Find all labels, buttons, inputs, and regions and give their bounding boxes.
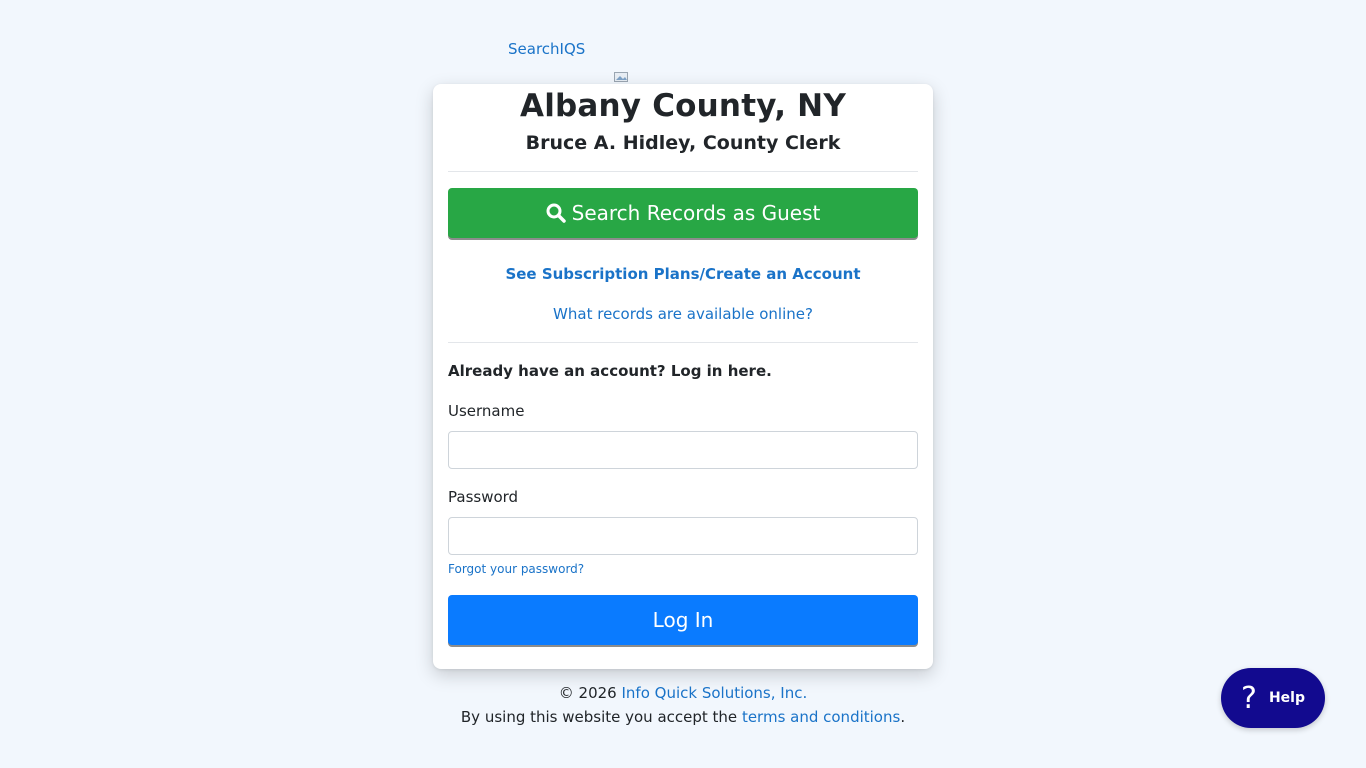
footer: © 2026 Info Quick Solutions, Inc. By usi… xyxy=(0,681,1366,729)
broken-image-icon xyxy=(614,72,628,82)
help-button[interactable]: ? Help xyxy=(1221,668,1325,728)
password-field[interactable] xyxy=(448,517,918,555)
logo-alt-text[interactable]: SearchIQS xyxy=(508,40,585,58)
copyright-line: © 2026 Info Quick Solutions, Inc. xyxy=(0,681,1366,705)
search-as-guest-label: Search Records as Guest xyxy=(571,201,821,225)
page-title: Albany County, NY xyxy=(520,88,846,124)
copyright-text: © 2026 xyxy=(558,684,622,702)
logo[interactable]: SearchIQS xyxy=(508,40,708,82)
terms-line: By using this website you accept the ter… xyxy=(0,705,1366,729)
question-icon: ? xyxy=(1241,680,1257,716)
search-icon xyxy=(546,203,566,223)
forgot-password-link[interactable]: Forgot your password? xyxy=(448,562,584,576)
login-button[interactable]: Log In xyxy=(448,595,918,645)
password-label: Password xyxy=(448,488,519,506)
terms-suffix-text: . xyxy=(900,708,906,726)
login-card: Albany County, NY Bruce A. Hidley, Count… xyxy=(433,84,933,669)
logo-alt-label: SearchIQS xyxy=(508,40,586,58)
records-available-link[interactable]: What records are available online? xyxy=(433,305,933,323)
help-label: Help xyxy=(1268,690,1305,706)
username-field[interactable] xyxy=(448,431,918,469)
divider xyxy=(448,171,918,172)
terms-prefix-text: By using this website you accept the xyxy=(460,708,742,726)
county-clerk-subtitle: Bruce A. Hidley, County Clerk xyxy=(525,132,841,154)
terms-link[interactable]: terms and conditions xyxy=(742,708,900,726)
company-link[interactable]: Info Quick Solutions, Inc. xyxy=(621,684,807,702)
divider xyxy=(448,342,918,343)
subscription-plans-link[interactable]: See Subscription Plans/Create an Account xyxy=(433,265,933,283)
login-heading: Already have an account? Log in here. xyxy=(448,362,772,380)
username-label: Username xyxy=(448,402,525,420)
search-as-guest-button[interactable]: Search Records as Guest xyxy=(448,188,918,238)
